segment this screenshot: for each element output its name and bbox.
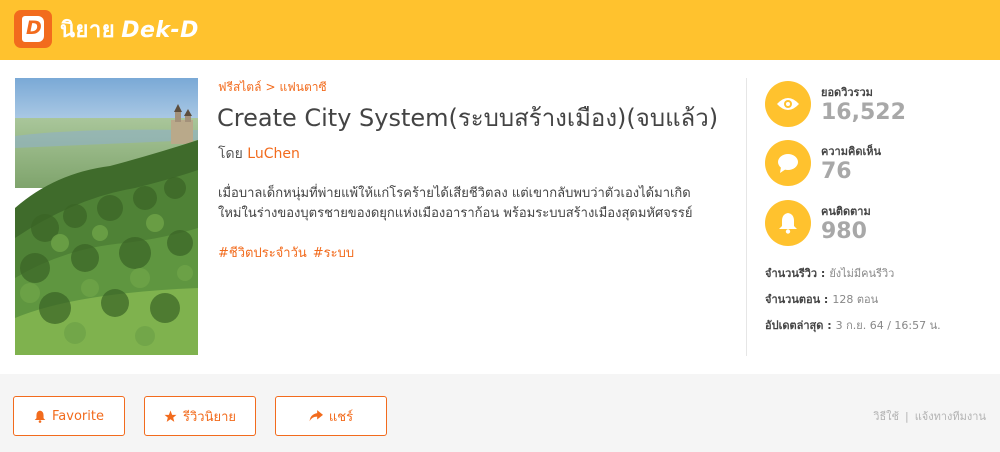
share-button-label: แชร์ (328, 409, 354, 425)
stat-views: ยอดวิวรวม 16,522 (765, 81, 906, 127)
views-label: ยอดวิวรวม (821, 86, 873, 99)
author-prefix: โดย (218, 146, 243, 162)
meta-updated: อัปเดตล่าสุด :3 ก.ย. 64 / 16:57 น. (765, 316, 941, 334)
tag-system[interactable]: #ระบบ (313, 246, 354, 261)
updated-label: อัปเดตล่าสุด : (765, 319, 832, 332)
chapters-value: 128 ตอน (832, 293, 879, 306)
stat-followers: คนติดตาม 980 (765, 200, 871, 246)
vertical-divider (746, 78, 747, 356)
novel-description: เมื่อบาลเด็กหนุ่มที่พ่ายแพ้ให้แก่โรคร้าย… (218, 184, 728, 224)
updated-value: 3 ก.ย. 64 / 16:57 น. (835, 319, 941, 332)
action-bar: Favorite รีวิวนิยาย แชร์ วิธีใช้ | แจ้งทาง… (0, 374, 1000, 452)
breadcrumb-separator: > (265, 80, 276, 94)
site-logo[interactable]: D นิยาย Dek-D (14, 10, 199, 48)
share-button[interactable]: แชร์ (275, 396, 387, 436)
footer-link-separator: | (905, 410, 909, 423)
favorite-button[interactable]: Favorite (13, 396, 125, 436)
dek-d-book-icon: D (14, 10, 52, 48)
review-novel-button[interactable]: รีวิวนิยาย (144, 396, 256, 436)
comments-label: ความคิดเห็น (821, 145, 881, 158)
eye-icon (765, 81, 811, 127)
meta-chapters: จำนวนตอน :128 ตอน (765, 290, 878, 308)
meta-reviews: จำนวนรีวิว : ยังไม่มีคนรีวิว (765, 264, 894, 282)
share-arrow-icon (309, 410, 323, 422)
reviews-label: จำนวนรีวิว : (765, 267, 826, 280)
logo-brand-text: Dek-D (121, 17, 199, 43)
followers-value: 980 (821, 219, 867, 244)
bell-icon (765, 200, 811, 246)
star-icon (164, 410, 177, 423)
breadcrumb-category-freestyle[interactable]: ฟรีสไตล์ (218, 80, 261, 94)
top-header-bar: D นิยาย Dek-D (0, 0, 1000, 60)
breadcrumb: ฟรีสไตล์ > แฟนตาซี (218, 78, 327, 97)
chapters-label: จำนวนตอน : (765, 293, 829, 306)
speech-bubble-icon (765, 140, 811, 186)
favorite-button-label: Favorite (52, 408, 104, 424)
author-line: โดย LuChen (218, 143, 300, 165)
novel-title: Create City System(ระบบสร้างเมือง)(จบแล้… (217, 104, 719, 132)
novel-cover-image[interactable] (15, 78, 198, 355)
help-link[interactable]: วิธีใช้ (873, 410, 899, 423)
report-link[interactable]: แจ้งทางทีมงาน (915, 410, 986, 423)
novel-info-panel: ฟรีสไตล์ > แฟนตาซี Create City System(ระบบ… (0, 60, 1000, 374)
logo-thai-text: นิยาย (60, 17, 116, 43)
author-name-link[interactable]: LuChen (247, 146, 300, 162)
review-button-label: รีวิวนิยาย (182, 409, 236, 425)
bell-icon (34, 410, 46, 423)
followers-label: คนติดตาม (821, 205, 871, 218)
reviews-value: ยังไม่มีคนรีวิว (829, 267, 895, 280)
tag-list: #ชีวิตประจำวัน #ระบบ (218, 242, 360, 263)
comments-value: 76 (821, 159, 852, 184)
logo-text: นิยาย Dek-D (60, 12, 199, 47)
description-line: เมื่อบาลเด็กหนุ่มที่พ่ายแพ้ให้แก่โรคร้าย… (218, 186, 691, 201)
breadcrumb-category-fantasy[interactable]: แฟนตาซี (280, 80, 327, 94)
description-line: ใหม่ในร่างของบุตรชายของดยุกแห่งเมืองอารา… (218, 206, 693, 221)
views-value: 16,522 (821, 100, 906, 125)
tag-daily-life[interactable]: #ชีวิตประจำวัน (218, 246, 307, 261)
footer-links: วิธีใช้ | แจ้งทางทีมงาน (873, 407, 986, 425)
stat-comments: ความคิดเห็น 76 (765, 140, 881, 186)
